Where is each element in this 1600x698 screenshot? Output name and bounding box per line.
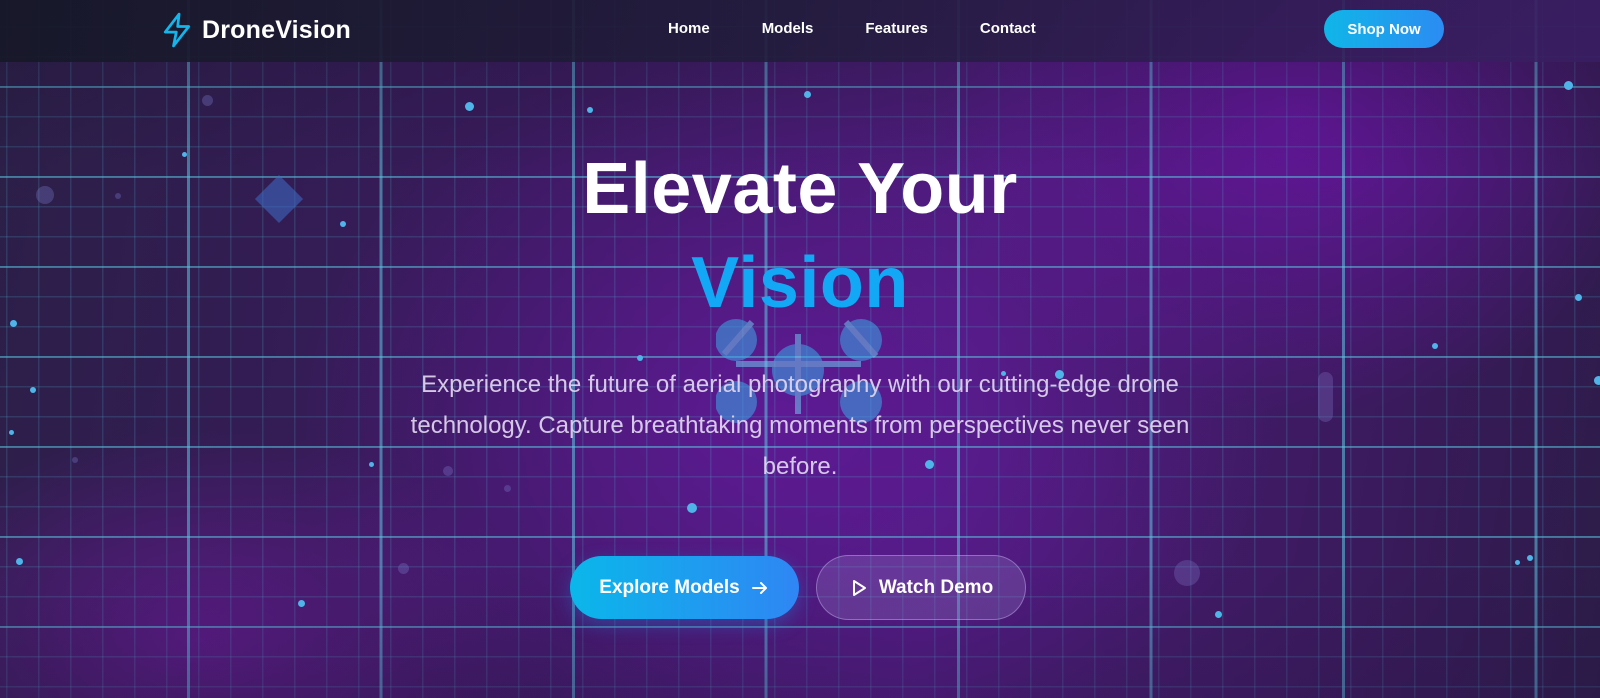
particle — [587, 107, 593, 113]
shop-now-button[interactable]: Shop Now — [1324, 10, 1444, 48]
particle — [369, 462, 374, 467]
particle — [9, 430, 14, 435]
particle — [687, 503, 697, 513]
hero-title-accent: Vision — [691, 243, 909, 323]
top-navbar: DroneVision Home Models Features Contact… — [0, 0, 1600, 62]
play-icon — [849, 578, 869, 598]
particle — [1594, 376, 1600, 385]
particle — [1432, 343, 1438, 349]
nav-links: Home Models Features Contact — [668, 20, 1088, 37]
particle — [1527, 555, 1533, 561]
particle — [1564, 81, 1573, 90]
particle — [465, 102, 474, 111]
decorative-pill — [1318, 372, 1333, 422]
brand-name: DroneVision — [202, 15, 351, 44]
nav-link-home[interactable]: Home — [668, 20, 710, 37]
particle — [72, 457, 78, 463]
lightning-bolt-icon — [163, 12, 191, 48]
hero-subtitle: Experience the future of aerial photogra… — [410, 371, 1190, 480]
brand-logo[interactable]: DroneVision — [160, 12, 351, 48]
nav-link-models[interactable]: Models — [762, 20, 814, 37]
arrow-right-icon — [750, 578, 770, 598]
particle — [298, 600, 305, 607]
particle — [804, 91, 811, 98]
particle — [1215, 611, 1222, 618]
particle — [1515, 560, 1520, 565]
particle — [637, 355, 643, 361]
hero-title: Elevate Your — [582, 149, 1018, 229]
nav-link-features[interactable]: Features — [865, 20, 928, 37]
particle — [1174, 560, 1200, 586]
particle — [398, 563, 409, 574]
hero-background — [0, 0, 1600, 698]
watch-demo-label: Watch Demo — [878, 576, 994, 598]
particle — [202, 95, 213, 106]
particle — [16, 558, 23, 565]
nav-link-contact[interactable]: Contact — [980, 20, 1036, 37]
explore-models-button[interactable]: Explore Models — [570, 556, 799, 619]
watch-demo-button[interactable]: Watch Demo — [816, 555, 1026, 620]
particle — [30, 387, 36, 393]
explore-models-label: Explore Models — [599, 576, 740, 598]
